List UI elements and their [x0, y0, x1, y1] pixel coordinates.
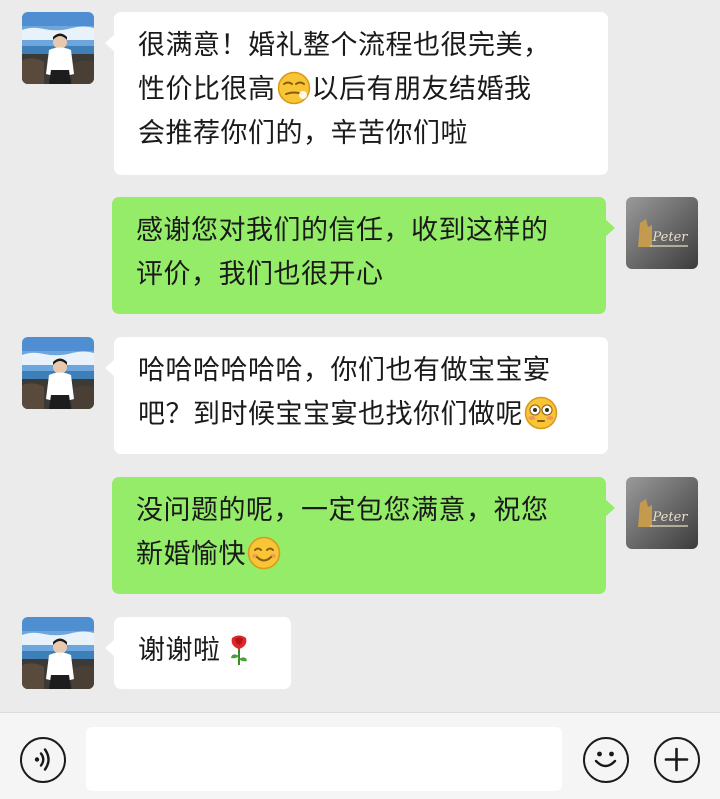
emoji-button[interactable]	[583, 737, 629, 783]
message-text: 性价比很高	[138, 74, 276, 105]
studio-logo-text: Peter	[652, 510, 689, 525]
message-text: 以后有朋友结婚我	[311, 74, 532, 105]
studio-avatar[interactable]: Peter	[626, 197, 698, 269]
message-bubble-incoming[interactable]: 谢谢啦	[105, 617, 291, 689]
emoji-icon	[594, 751, 617, 768]
smile-emoji-icon	[247, 536, 281, 570]
rose-emoji-icon	[222, 632, 256, 666]
customer-avatar[interactable]	[22, 337, 94, 409]
message-text: 新婚愉快	[136, 539, 246, 570]
message-bubble-incoming[interactable]: 很满意！婚礼整个流程也很完美， 性价比很高 以后有朋友结婚我 会推荐你们的，辛苦…	[105, 12, 608, 175]
add-button[interactable]	[654, 737, 700, 783]
message-text: 很满意！婚礼整个流程也很完美，	[138, 30, 551, 61]
message-bubble-outgoing[interactable]: 感谢您对我们的信任，收到这样的 评价，我们也很开心	[112, 197, 615, 314]
message-bubble-incoming[interactable]: 哈哈哈哈哈哈，你们也有做宝宝宴 吧？到时候宝宝宴也找你们做呢	[105, 337, 608, 454]
smirk-emoji-icon	[277, 71, 311, 105]
chat-area: 很满意！婚礼整个流程也很完美， 性价比很高 以后有朋友结婚我 会推荐你们的，辛苦…	[0, 0, 720, 712]
voice-icon	[34, 748, 50, 771]
input-bar	[0, 712, 720, 799]
add-icon	[664, 747, 689, 772]
customer-avatar[interactable]	[22, 617, 94, 689]
message-text: 感谢您对我们的信任，收到这样的	[136, 215, 549, 246]
message-text: 没问题的呢，一定包您满意，祝您	[136, 495, 549, 526]
message-text: 谢谢啦	[138, 635, 221, 666]
message-text: 会推荐你们的，辛苦你们啦	[138, 118, 468, 149]
message-text: 吧？到时候宝宝宴也找你们做呢	[138, 399, 523, 430]
flushed-emoji-icon	[524, 396, 558, 430]
studio-avatar[interactable]: Peter	[626, 477, 698, 549]
message-bubble-outgoing[interactable]: 没问题的呢，一定包您满意，祝您 新婚愉快	[112, 477, 615, 594]
message-text: 评价，我们也很开心	[136, 259, 384, 290]
customer-avatar[interactable]	[22, 12, 94, 84]
message-text: 哈哈哈哈哈哈，你们也有做宝宝宴	[138, 355, 551, 386]
studio-logo-text: Peter	[652, 230, 689, 245]
message-input[interactable]	[86, 727, 562, 791]
voice-button[interactable]	[20, 737, 66, 783]
